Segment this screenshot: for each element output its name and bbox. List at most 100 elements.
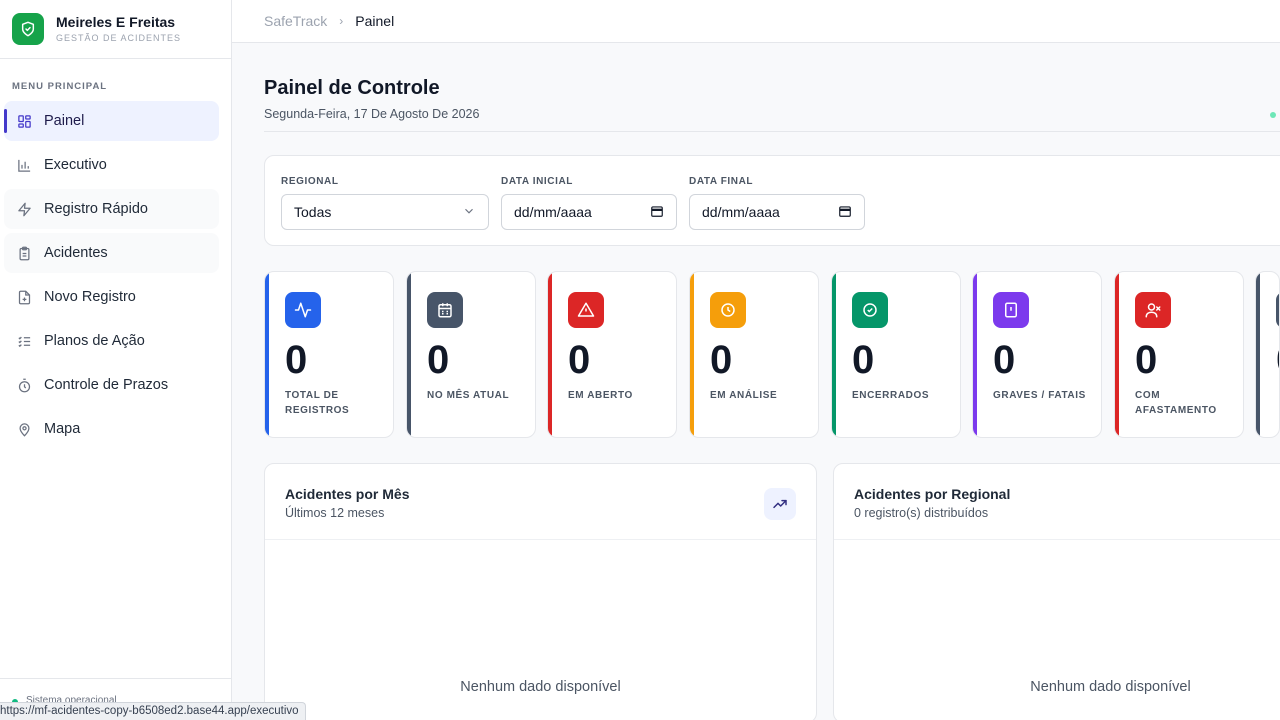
- page-title: Painel de Controle: [264, 77, 440, 99]
- sidebar-item-controle-de-prazos[interactable]: Controle de Prazos: [4, 365, 219, 405]
- stat-label: TOTAL DE REGISTROS: [285, 390, 350, 416]
- file-plus-icon: [16, 289, 32, 305]
- map-pin-icon: [16, 421, 32, 437]
- sidebar-item-label: Painel: [44, 113, 85, 129]
- stat-card-partial[interactable]: 0: [1255, 271, 1280, 438]
- calendar-icon: [427, 292, 463, 328]
- calendar-picker-icon[interactable]: [838, 204, 852, 221]
- filter-end-date-label: DATA FINAL: [689, 176, 754, 187]
- end-date-placeholder: dd/mm/aaaa: [702, 204, 780, 220]
- sidebar-nav: Painel Executivo Registro Rápido Acident…: [0, 101, 231, 449]
- grid-icon: [16, 113, 32, 129]
- sidebar-item-painel[interactable]: Painel: [4, 101, 219, 141]
- empty-state-text: Nenhum dado disponível: [460, 679, 621, 695]
- topbar: SafeTrack › Painel: [232, 0, 1280, 43]
- page-date: Segunda-Feira, 17 De Agosto De 2026: [264, 107, 480, 121]
- sidebar-item-label: Executivo: [44, 157, 107, 173]
- stat-value: 0: [568, 338, 591, 382]
- panel-header: Acidentes por Regional 0 registro(s) dis…: [834, 464, 1280, 540]
- sidebar-item-label: Acidentes: [44, 245, 108, 261]
- activity-icon: [285, 292, 321, 328]
- calendar-picker-icon[interactable]: [650, 204, 664, 221]
- sidebar-item-label: Registro Rápido: [44, 201, 148, 217]
- start-date-placeholder: dd/mm/aaaa: [514, 204, 592, 220]
- check-circle-icon: [852, 292, 888, 328]
- chevron-down-icon: [462, 204, 476, 221]
- list-checks-icon: [16, 333, 32, 349]
- sidebar-item-registro-rapido[interactable]: Registro Rápido: [4, 189, 219, 229]
- regional-select-value: Todas: [294, 204, 332, 220]
- sidebar-item-executivo[interactable]: Executivo: [4, 145, 219, 185]
- end-date-input[interactable]: dd/mm/aaaa: [689, 194, 865, 230]
- filters-panel: REGIONAL Todas DATA INICIAL dd/mm/aaaa D…: [264, 155, 1280, 246]
- stat-card-current-month[interactable]: 0 NO MÊS ATUAL: [406, 271, 536, 438]
- bar-chart-icon: [16, 157, 32, 173]
- stat-value: 0: [1276, 338, 1279, 382]
- stat-label: COM AFASTAMENTO: [1135, 390, 1217, 416]
- filter-regional: REGIONAL Todas: [281, 176, 489, 230]
- sidebar-item-label: Mapa: [44, 421, 81, 437]
- stat-value: 0: [993, 338, 1016, 382]
- panel-subtitle: 0 registro(s) distribuídos: [854, 506, 989, 520]
- sidebar-item-planos-de-acao[interactable]: Planos de Ação: [4, 321, 219, 361]
- stat-value: 0: [1135, 338, 1158, 382]
- breadcrumb: SafeTrack › Painel: [264, 13, 394, 29]
- stat-value: 0: [852, 338, 875, 382]
- panel-title: Acidentes por Regional: [854, 486, 1011, 502]
- user-x-icon: [1135, 292, 1171, 328]
- brand-subtitle: GESTÃO DE ACIDENTES: [56, 33, 182, 43]
- breadcrumb-current: Painel: [355, 13, 395, 29]
- stat-card-closed[interactable]: 0 ENCERRADOS: [831, 271, 961, 438]
- card-accent-bar: [548, 272, 552, 437]
- stat-value: 0: [710, 338, 733, 382]
- filter-regional-label: REGIONAL: [281, 176, 339, 187]
- chart-panel-monthly: Acidentes por Mês Últimos 12 meses Nenhu…: [264, 463, 817, 720]
- partial-icon: [1276, 292, 1279, 328]
- browser-status-url: https://mf-acidentes-copy-b6508ed2.base4…: [0, 702, 306, 720]
- sidebar: Meireles E Freitas GESTÃO DE ACIDENTES M…: [0, 0, 232, 720]
- regional-select[interactable]: Todas: [281, 194, 489, 230]
- filter-start-date: DATA INICIAL dd/mm/aaaa: [501, 176, 677, 230]
- breadcrumb-root[interactable]: SafeTrack: [264, 13, 327, 29]
- stat-label: NO MÊS ATUAL: [427, 390, 510, 401]
- stat-card-in-analysis[interactable]: 0 EM ANÁLISE: [689, 271, 819, 438]
- stats-cards: 0 TOTAL DE REGISTROS 0 NO MÊS ATUAL 0 EM…: [264, 271, 1280, 439]
- card-accent-bar: [832, 272, 836, 437]
- panel-subtitle: Últimos 12 meses: [285, 506, 385, 520]
- clock-icon: [710, 292, 746, 328]
- stat-card-total[interactable]: 0 TOTAL DE REGISTROS: [264, 271, 394, 438]
- file-alert-icon: [993, 292, 1029, 328]
- start-date-input[interactable]: dd/mm/aaaa: [501, 194, 677, 230]
- timer-icon: [16, 377, 32, 393]
- sidebar-item-acidentes[interactable]: Acidentes: [4, 233, 219, 273]
- sidebar-item-label: Controle de Prazos: [44, 377, 169, 393]
- stat-card-leave[interactable]: 0 COM AFASTAMENTO: [1114, 271, 1244, 438]
- stat-card-serious[interactable]: 0 GRAVES / FATAIS: [972, 271, 1102, 438]
- empty-state-text: Nenhum dado disponível: [1030, 679, 1191, 695]
- stat-label: EM ANÁLISE: [710, 390, 778, 401]
- clipboard-icon: [16, 245, 32, 261]
- header-divider: [264, 131, 1280, 132]
- live-status-dot-icon: [1270, 112, 1276, 118]
- card-accent-bar: [265, 272, 269, 437]
- panel-header: Acidentes por Mês Últimos 12 meses: [265, 464, 816, 540]
- stat-label: GRAVES / FATAIS: [993, 390, 1086, 401]
- sidebar-item-mapa[interactable]: Mapa: [4, 409, 219, 449]
- sidebar-item-label: Planos de Ação: [44, 333, 145, 349]
- card-accent-bar: [1115, 272, 1119, 437]
- stat-card-open[interactable]: 0 EM ABERTO: [547, 271, 677, 438]
- brand-name: Meireles E Freitas: [56, 14, 176, 30]
- sidebar-item-novo-registro[interactable]: Novo Registro: [4, 277, 219, 317]
- stat-label: EM ABERTO: [568, 390, 633, 401]
- filter-start-date-label: DATA INICIAL: [501, 176, 574, 187]
- card-accent-bar: [1256, 272, 1260, 437]
- stat-value: 0: [427, 338, 450, 382]
- panel-title: Acidentes por Mês: [285, 486, 410, 502]
- brand-header[interactable]: Meireles E Freitas GESTÃO DE ACIDENTES: [0, 0, 231, 59]
- chevron-right-icon: ›: [339, 14, 344, 28]
- trending-up-icon[interactable]: [764, 488, 796, 520]
- stat-value: 0: [285, 338, 308, 382]
- chart-panel-regional: Acidentes por Regional 0 registro(s) dis…: [833, 463, 1280, 720]
- shield-logo-icon: [12, 13, 44, 45]
- card-accent-bar: [973, 272, 977, 437]
